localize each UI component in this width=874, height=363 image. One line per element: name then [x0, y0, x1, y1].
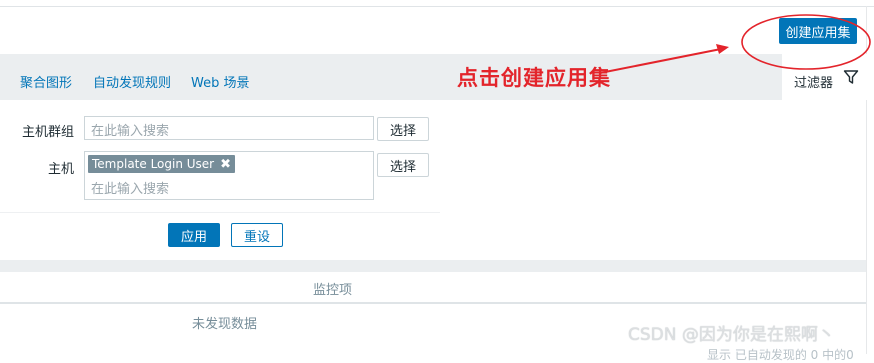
reset-button[interactable]: 重设: [231, 223, 283, 247]
watermark: CSDN @因为你是在熙啊丶: [628, 325, 835, 345]
table-header: 监控项: [0, 272, 866, 304]
host-chip: Template Login User ✖: [88, 155, 236, 173]
tab-web-scenarios[interactable]: Web 场景: [191, 72, 249, 91]
host-select-button[interactable]: 选择: [377, 153, 429, 177]
filter-icon: [843, 70, 859, 84]
host-group-label: 主机群组: [22, 125, 75, 140]
table-footer-partial: 显示 已自动发现的 0 中的0: [707, 348, 854, 362]
host-label: 主机: [48, 162, 75, 177]
filter-label: 过滤器: [794, 76, 834, 91]
tab-discovery-rules[interactable]: 自动发现规则: [93, 72, 171, 91]
annotation-text: 点击创建应用集: [457, 66, 611, 90]
host-group-select-button[interactable]: 选择: [377, 117, 429, 141]
host-group-input[interactable]: 在此输入搜索: [84, 116, 374, 140]
chip-remove-icon[interactable]: ✖: [220, 157, 231, 172]
no-data-text: 未发现数据: [192, 317, 258, 332]
annotation-ellipse: [741, 14, 871, 70]
form-divider: [0, 212, 440, 213]
column-items[interactable]: 监控项: [313, 279, 352, 298]
tab-screens[interactable]: 聚合图形: [20, 72, 72, 91]
host-group-placeholder: 在此输入搜索: [91, 124, 170, 139]
section-band: [0, 260, 866, 272]
top-divider: [0, 6, 874, 7]
host-placeholder: 在此输入搜索: [91, 182, 170, 197]
annotation-arrow: [599, 44, 729, 74]
apply-button[interactable]: 应用: [168, 223, 220, 247]
host-chip-label: Template Login User: [92, 157, 215, 171]
